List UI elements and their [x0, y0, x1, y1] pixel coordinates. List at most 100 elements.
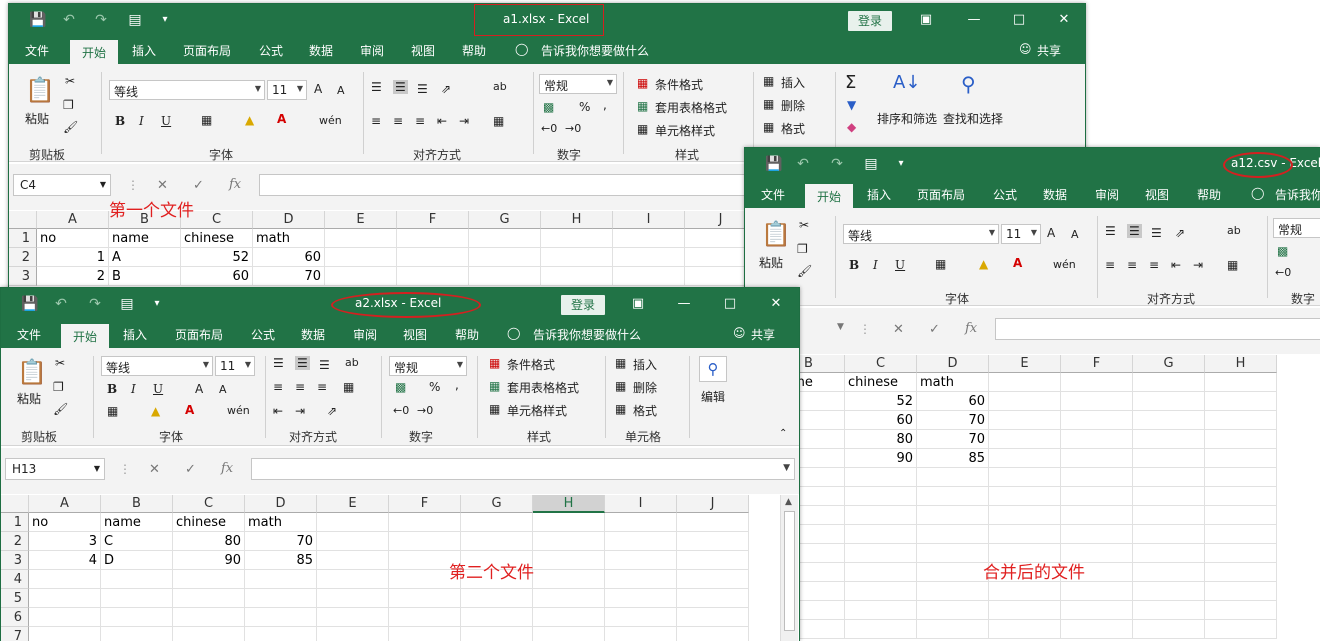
- format-cells-button[interactable]: 格式: [781, 120, 805, 137]
- column-header-d[interactable]: D: [253, 211, 325, 229]
- tab-page-layout[interactable]: 页面布局: [175, 326, 223, 343]
- format-cells-button[interactable]: 格式: [633, 402, 657, 419]
- confirm-entry-icon[interactable]: ✓: [193, 178, 204, 193]
- increase-indent-icon[interactable]: ⇥: [295, 404, 305, 418]
- tab-page-layout[interactable]: 页面布局: [917, 186, 965, 203]
- cell[interactable]: [173, 570, 245, 589]
- table-format-button[interactable]: 套用表格格式: [655, 99, 727, 116]
- italic-button[interactable]: I: [131, 382, 136, 396]
- cell[interactable]: [325, 267, 397, 286]
- maximize-icon[interactable]: □: [719, 293, 741, 315]
- cell[interactable]: [605, 551, 677, 570]
- cell[interactable]: [1205, 544, 1277, 563]
- cell[interactable]: [989, 582, 1061, 601]
- cell[interactable]: [989, 392, 1061, 411]
- tab-file[interactable]: 文件: [25, 42, 49, 59]
- align-right-icon[interactable]: ≡: [317, 380, 327, 394]
- cell[interactable]: [1205, 582, 1277, 601]
- cell[interactable]: [677, 551, 749, 570]
- cell[interactable]: [1061, 506, 1133, 525]
- copy-icon[interactable]: ❐: [63, 98, 74, 112]
- align-top-icon[interactable]: ☰: [371, 80, 382, 94]
- format-cells-icon[interactable]: ▦: [763, 120, 774, 134]
- border-icon[interactable]: ▦: [935, 257, 946, 271]
- underline-button[interactable]: U: [153, 382, 163, 396]
- cell[interactable]: 85: [245, 551, 317, 570]
- tab-data[interactable]: 数据: [1043, 186, 1067, 203]
- font-shrink-icon[interactable]: A: [337, 84, 345, 97]
- tell-me-search[interactable]: 告诉我你想要做什么: [541, 42, 649, 59]
- font-name-select[interactable]: 等线 ▼: [101, 356, 213, 376]
- cell[interactable]: [845, 468, 917, 487]
- cell-style-button[interactable]: 单元格样式: [507, 402, 567, 419]
- find-select-icon[interactable]: ⚲: [699, 356, 727, 382]
- row-header[interactable]: 1: [1, 513, 29, 532]
- decrease-indent-icon[interactable]: ⇤: [1171, 258, 1181, 272]
- cell[interactable]: [541, 248, 613, 267]
- vertical-scrollbar[interactable]: ▲: [780, 495, 798, 641]
- cell[interactable]: [917, 544, 989, 563]
- cell[interactable]: [613, 229, 685, 248]
- cell[interactable]: B: [109, 267, 181, 286]
- cell[interactable]: D: [101, 551, 173, 570]
- decrease-indent-icon[interactable]: ⇤: [437, 114, 447, 128]
- cell[interactable]: [173, 627, 245, 641]
- cell[interactable]: [29, 589, 101, 608]
- cell[interactable]: [389, 532, 461, 551]
- paste-icon[interactable]: 📋: [17, 358, 47, 386]
- percent-button[interactable]: %: [429, 380, 440, 394]
- cell[interactable]: [389, 627, 461, 641]
- orientation-icon[interactable]: ⇗: [327, 404, 337, 418]
- row-header[interactable]: 4: [1, 570, 29, 589]
- cell[interactable]: [605, 570, 677, 589]
- cell[interactable]: [317, 608, 389, 627]
- tab-review[interactable]: 审阅: [360, 42, 384, 59]
- row-header[interactable]: 5: [1, 589, 29, 608]
- cell-style-button[interactable]: 单元格样式: [655, 122, 715, 139]
- column-header-e[interactable]: E: [325, 211, 397, 229]
- cell[interactable]: 90: [845, 449, 917, 468]
- cell[interactable]: [845, 601, 917, 620]
- cell[interactable]: [1061, 601, 1133, 620]
- paste-button[interactable]: 粘贴: [25, 110, 49, 127]
- cell[interactable]: chinese: [173, 513, 245, 532]
- comma-button[interactable]: ,: [455, 378, 459, 392]
- cell[interactable]: 60: [845, 411, 917, 430]
- cell[interactable]: math: [245, 513, 317, 532]
- table-format-icon[interactable]: ▦: [637, 99, 648, 113]
- cell[interactable]: [1133, 525, 1205, 544]
- tab-file[interactable]: 文件: [761, 186, 785, 203]
- align-left-icon[interactable]: ≡: [371, 114, 381, 128]
- confirm-entry-icon[interactable]: ✓: [929, 322, 940, 337]
- number-format-select[interactable]: 常规: [1273, 218, 1320, 238]
- cell[interactable]: [541, 267, 613, 286]
- column-header-e[interactable]: E: [989, 355, 1061, 373]
- align-bottom-icon[interactable]: ☰: [319, 358, 330, 372]
- cancel-entry-icon[interactable]: ✕: [149, 462, 160, 477]
- cell[interactable]: [613, 248, 685, 267]
- align-bottom-icon[interactable]: ☰: [417, 82, 428, 96]
- cell[interactable]: 52: [845, 392, 917, 411]
- column-header-h[interactable]: H: [541, 211, 613, 229]
- conditional-format-icon[interactable]: ▦: [489, 356, 500, 370]
- cell[interactable]: [1133, 506, 1205, 525]
- column-header-g[interactable]: G: [461, 495, 533, 513]
- tab-view[interactable]: 视图: [411, 42, 435, 59]
- sort-filter-button[interactable]: 排序和筛选: [877, 110, 937, 127]
- align-right-icon[interactable]: ≡: [415, 114, 425, 128]
- tab-file[interactable]: 文件: [17, 326, 41, 343]
- select-all-corner[interactable]: [1, 495, 29, 513]
- cell[interactable]: [1133, 411, 1205, 430]
- delete-cells-icon[interactable]: ▦: [763, 97, 774, 111]
- phonetic-icon[interactable]: wén: [227, 404, 250, 417]
- cell[interactable]: 3: [29, 532, 101, 551]
- cell[interactable]: [845, 544, 917, 563]
- font-color-icon[interactable]: A: [277, 112, 286, 126]
- cell[interactable]: [917, 487, 989, 506]
- cell[interactable]: [245, 589, 317, 608]
- align-left-icon[interactable]: ≡: [1105, 258, 1115, 272]
- form-icon[interactable]: ▤: [119, 296, 135, 312]
- cell[interactable]: [845, 582, 917, 601]
- cell[interactable]: [173, 608, 245, 627]
- merge-center-icon[interactable]: ▦: [493, 114, 504, 128]
